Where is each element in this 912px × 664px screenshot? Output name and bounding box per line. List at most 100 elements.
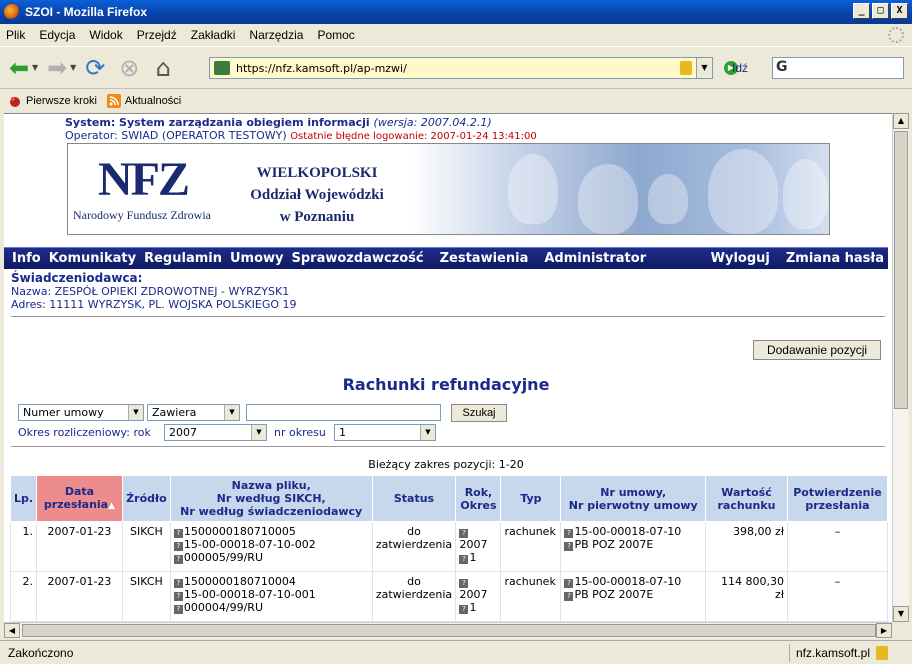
- menu-przejdz[interactable]: Przejdź: [137, 28, 177, 42]
- horizontal-scrollbar[interactable]: ◀ ▶: [4, 622, 892, 638]
- forward-arrow-icon[interactable]: ➡: [42, 53, 72, 83]
- region-name: WIELKOPOLSKI Oddział Wojewódzki w Poznan…: [232, 162, 402, 228]
- filter-field-select[interactable]: Numer umowy ▼: [18, 404, 144, 421]
- nfz-logo: NFZ: [98, 153, 190, 206]
- scroll-right-icon[interactable]: ▶: [876, 623, 892, 638]
- provider-number-line[interactable]: ? 000004/99/RU: [173, 601, 369, 614]
- sikch-line[interactable]: ? 15-00-00018-07-10-002: [173, 538, 369, 551]
- sort-ascending-icon: ▲: [108, 500, 116, 511]
- nav-administrator[interactable]: Administrator: [544, 251, 646, 266]
- col-filename[interactable]: Nazwa pliku, Nr według SIKCH, Nr według …: [169, 475, 373, 522]
- bookmark-getting-started[interactable]: Pierwsze kroki: [8, 94, 97, 108]
- help-icon: ?: [173, 555, 183, 564]
- menu-edycja[interactable]: Edycja: [39, 28, 75, 42]
- file-line[interactable]: ? 1500000180710004: [173, 575, 369, 588]
- firefox-logo-icon: [4, 4, 20, 20]
- minimize-button[interactable]: _: [853, 3, 870, 19]
- period-line[interactable]: ? 1: [459, 601, 497, 614]
- secure-lock-icon[interactable]: [680, 61, 692, 75]
- col-status[interactable]: Status: [371, 475, 457, 522]
- menu-zakladki[interactable]: Zakładki: [191, 28, 236, 42]
- bookmark-label: Pierwsze kroki: [26, 94, 97, 107]
- col-date-sorted[interactable]: Data przesłania▲: [35, 475, 123, 522]
- bookmark-flame-icon: [10, 96, 20, 107]
- search-button[interactable]: Szukaj: [451, 404, 507, 422]
- address-url[interactable]: https://nfz.kamsoft.pl/ap-mzwi/: [236, 62, 407, 75]
- menu-narzedzia[interactable]: Narzędzia: [249, 28, 303, 42]
- status-line-1: do: [407, 525, 421, 538]
- col-value[interactable]: Wartość rachunku: [705, 475, 788, 522]
- region-line-1: WIELKOPOLSKI: [256, 165, 378, 181]
- nav-zestawienia[interactable]: Zestawienia: [440, 251, 529, 266]
- file-line[interactable]: ? 1500000180710005: [173, 525, 369, 538]
- nav-umowy[interactable]: Umowy: [230, 251, 284, 266]
- menu-pomoc[interactable]: Pomoc: [317, 28, 354, 42]
- year-line[interactable]: ?2007: [459, 525, 497, 551]
- search-input[interactable]: [246, 404, 441, 421]
- menu-widok[interactable]: Widok: [89, 28, 122, 42]
- status-site: nfz.kamsoft.pl: [788, 644, 892, 662]
- add-item-button[interactable]: Dodawanie pozycji: [753, 340, 881, 360]
- nav-komunikaty[interactable]: Komunikaty: [49, 251, 136, 266]
- contract-line[interactable]: ? 15-00-00018-07-10: [564, 575, 702, 588]
- menu-plik[interactable]: Plik: [6, 28, 25, 42]
- original-contract-line[interactable]: ? PB POZ 2007E: [564, 588, 702, 601]
- col-lp[interactable]: Lp.: [10, 475, 37, 522]
- scroll-down-icon[interactable]: ▼: [893, 606, 909, 622]
- original-contract: PB POZ 2007E: [574, 588, 654, 601]
- back-dropdown-icon[interactable]: ▼: [32, 63, 38, 72]
- period-line[interactable]: ? 1: [459, 551, 497, 564]
- window-title: SZOI - Mozilla Firefox: [25, 5, 148, 19]
- address-bar[interactable]: https://nfz.kamsoft.pl/ap-mzwi/ ▼: [209, 57, 713, 79]
- scroll-up-icon[interactable]: ▲: [893, 113, 909, 129]
- nav-info[interactable]: Info: [12, 251, 41, 266]
- file-name: 1500000180710005: [183, 525, 296, 538]
- search-engine-box[interactable]: G: [772, 57, 904, 79]
- original-contract-line[interactable]: ? PB POZ 2007E: [564, 538, 702, 551]
- forward-dropdown-icon[interactable]: ▼: [70, 63, 76, 72]
- contract-line[interactable]: ? 15-00-00018-07-10: [564, 525, 702, 538]
- reload-icon[interactable]: ⟳: [80, 53, 110, 83]
- back-arrow-icon[interactable]: ⬅: [4, 53, 34, 83]
- status-bar: Zakończono nfz.kamsoft.pl: [0, 640, 912, 664]
- file-name: 1500000180710004: [183, 575, 296, 588]
- period-number-select[interactable]: 1 ▼: [334, 424, 436, 441]
- scroll-left-icon[interactable]: ◀: [4, 623, 20, 638]
- year-line[interactable]: ?2007: [459, 575, 497, 601]
- bookmark-news[interactable]: Aktualności: [106, 93, 181, 108]
- col-type[interactable]: Typ: [500, 475, 562, 522]
- col-year-label-1: Rok,: [464, 485, 493, 499]
- cell-date: 2007-01-23: [35, 521, 123, 572]
- col-year-period[interactable]: Rok, Okres: [455, 475, 502, 522]
- col-confirmation[interactable]: Potwierdzenie przesłania: [786, 475, 889, 522]
- go-button[interactable]: ▶ Idź: [724, 61, 748, 75]
- help-icon: ?: [459, 529, 469, 538]
- period-year-label: Okres rozliczeniowy: rok: [18, 426, 151, 439]
- filter-operator-select[interactable]: Zawiera ▼: [147, 404, 240, 421]
- maximize-button[interactable]: □: [872, 3, 889, 19]
- provider-address: Adres: 11111 WYRZYSK, PL. WOJSKA POLSKIE…: [11, 298, 297, 311]
- col-file-label-1: Nazwa pliku,: [231, 479, 311, 492]
- horizontal-scroll-thumb[interactable]: [22, 624, 876, 637]
- secure-lock-icon[interactable]: [876, 646, 888, 660]
- col-year-label-2: Okres: [460, 498, 497, 512]
- filter-field-value: Numer umowy: [23, 406, 104, 419]
- status-line-2: zatwierdzenia: [375, 538, 453, 551]
- col-source[interactable]: Źródło: [121, 475, 171, 522]
- nav-sprawozdawczosc[interactable]: Sprawozdawczość: [292, 251, 424, 266]
- cell-confirmation: –: [786, 571, 889, 622]
- nav-change-password[interactable]: Zmiana hasła: [786, 251, 884, 266]
- vertical-scroll-thumb[interactable]: [894, 131, 908, 409]
- sikch-line[interactable]: ? 15-00-00018-07-10-001: [173, 588, 369, 601]
- vertical-scrollbar[interactable]: ▲ ▼: [892, 113, 909, 622]
- url-history-dropdown[interactable]: ▼: [696, 58, 712, 78]
- nav-logout[interactable]: Wyloguj: [711, 251, 770, 266]
- year-select[interactable]: 2007 ▼: [164, 424, 267, 441]
- col-contract[interactable]: Nr umowy, Nr pierwotny umowy: [560, 475, 707, 522]
- provider-number-line[interactable]: ? 000005/99/RU: [173, 551, 369, 564]
- stop-icon[interactable]: ⊗: [114, 53, 144, 83]
- nav-regulamin[interactable]: Regulamin: [144, 251, 222, 266]
- main-navigation: Info Komunikaty Regulamin Umowy Sprawozd…: [4, 247, 888, 269]
- home-icon[interactable]: ⌂: [148, 53, 178, 83]
- close-button[interactable]: X: [891, 3, 908, 19]
